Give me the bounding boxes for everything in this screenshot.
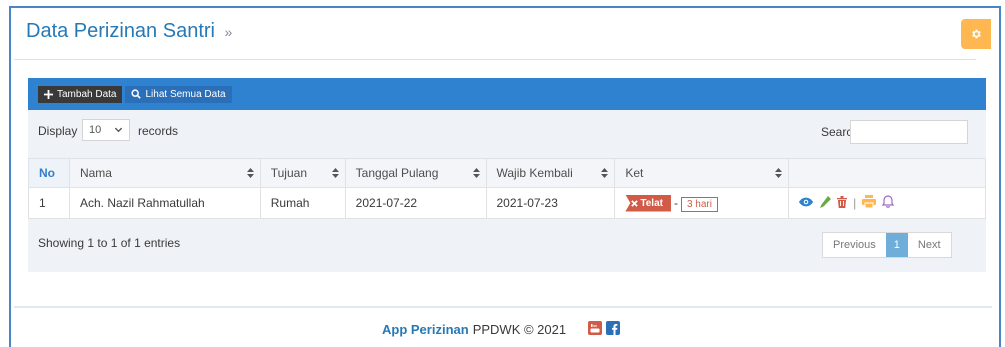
settings-button[interactable] [961, 19, 991, 49]
column-header-tujuan[interactable]: Tujuan [259, 158, 346, 188]
view-button[interactable] [799, 196, 814, 210]
cell-tujuan: Rumah [259, 187, 346, 219]
status-badge: Telat [625, 194, 671, 212]
gear-icon [972, 29, 981, 39]
data-panel: Tambah Data Lihat Semua Data Display 10 … [28, 78, 986, 272]
cell-nama: Ach. Nazil Rahmatullah [68, 187, 261, 219]
column-header-actions [788, 158, 986, 188]
social-links [588, 321, 621, 338]
panel-toolbar: Tambah Data Lihat Semua Data [28, 78, 986, 110]
cell-no: 1 [28, 187, 70, 219]
cell-tanggal-pulang: 2021-07-22 [344, 187, 487, 219]
footer-app-name: App Perizinan [382, 322, 469, 337]
cell-wajib-kembali: 2021-07-23 [485, 187, 616, 219]
youtube-link[interactable] [588, 321, 603, 338]
trash-icon [837, 195, 848, 208]
page-title: Data Perizinan Santri » [26, 20, 232, 43]
column-header-ket[interactable]: Ket [614, 158, 790, 188]
sort-icon [472, 168, 480, 178]
add-data-button[interactable]: Tambah Data [38, 85, 123, 103]
table-row: 1 Ach. Nazil Rahmatullah Rumah 2021-07-2… [28, 187, 986, 219]
row-actions: | [799, 195, 985, 211]
sort-icon [775, 168, 783, 178]
page-title-text: Data Perizinan Santri [26, 20, 215, 42]
view-all-button[interactable]: Lihat Semua Data [125, 85, 232, 103]
sort-icon [601, 168, 609, 178]
column-header-no[interactable]: No [28, 158, 70, 188]
youtube-icon [588, 321, 603, 335]
edit-button[interactable] [819, 195, 832, 211]
cell-actions: | [788, 187, 986, 219]
print-button[interactable] [862, 195, 877, 211]
page-title-suffix: » [224, 24, 233, 40]
days-late-badge: 3 hari [680, 196, 718, 212]
eye-icon [799, 197, 814, 207]
footer-divider [14, 306, 992, 308]
pagination-previous[interactable]: Previous [823, 233, 886, 257]
search-input[interactable] [850, 120, 968, 144]
permits-table: No Nama Tujuan Tanggal Pulang Wajib Kemb… [28, 158, 986, 219]
sort-icon [331, 168, 339, 178]
facebook-link[interactable] [606, 321, 621, 338]
records-label: records [138, 124, 179, 138]
records-per-page-value: 10 [89, 124, 102, 136]
pagination: Previous 1 Next [822, 232, 952, 258]
action-separator: | [853, 196, 857, 210]
table-info: Showing 1 to 1 of 1 entries [38, 236, 181, 250]
search-icon [131, 89, 142, 99]
records-per-page-select[interactable]: 10 [82, 119, 130, 141]
pagination-next[interactable]: Next [908, 233, 951, 257]
pagination-page-current[interactable]: 1 [885, 233, 908, 257]
delete-button[interactable] [837, 195, 848, 211]
footer: App Perizinan PPDWK © 2021 [382, 321, 621, 338]
status-separator: - [673, 195, 678, 210]
view-all-label: Lihat Semua Data [145, 88, 226, 100]
sort-icon [246, 168, 254, 178]
table-controls: Display 10 records Search: [28, 118, 986, 146]
column-header-wajib-kembali[interactable]: Wajib Kembali [485, 158, 616, 188]
footer-copyright: PPDWK © 2021 [472, 322, 567, 337]
header-divider [14, 59, 976, 60]
notify-button[interactable] [882, 195, 895, 211]
add-data-label: Tambah Data [57, 88, 117, 100]
times-icon [631, 199, 639, 207]
page-header: Data Perizinan Santri » [26, 20, 232, 43]
status-label: Telat [640, 197, 663, 209]
table-header-row: No Nama Tujuan Tanggal Pulang Wajib Kemb… [28, 158, 986, 188]
print-icon [862, 195, 877, 209]
column-header-tanggal-pulang[interactable]: Tanggal Pulang [344, 158, 487, 188]
facebook-icon [606, 321, 621, 335]
pencil-icon [820, 195, 832, 208]
plus-icon [44, 89, 53, 99]
display-label: Display [38, 124, 78, 138]
cell-ket: Telat -3 hari [614, 187, 790, 219]
bell-icon [882, 195, 895, 208]
chevron-down-icon [114, 127, 123, 133]
column-header-nama[interactable]: Nama [68, 158, 261, 188]
